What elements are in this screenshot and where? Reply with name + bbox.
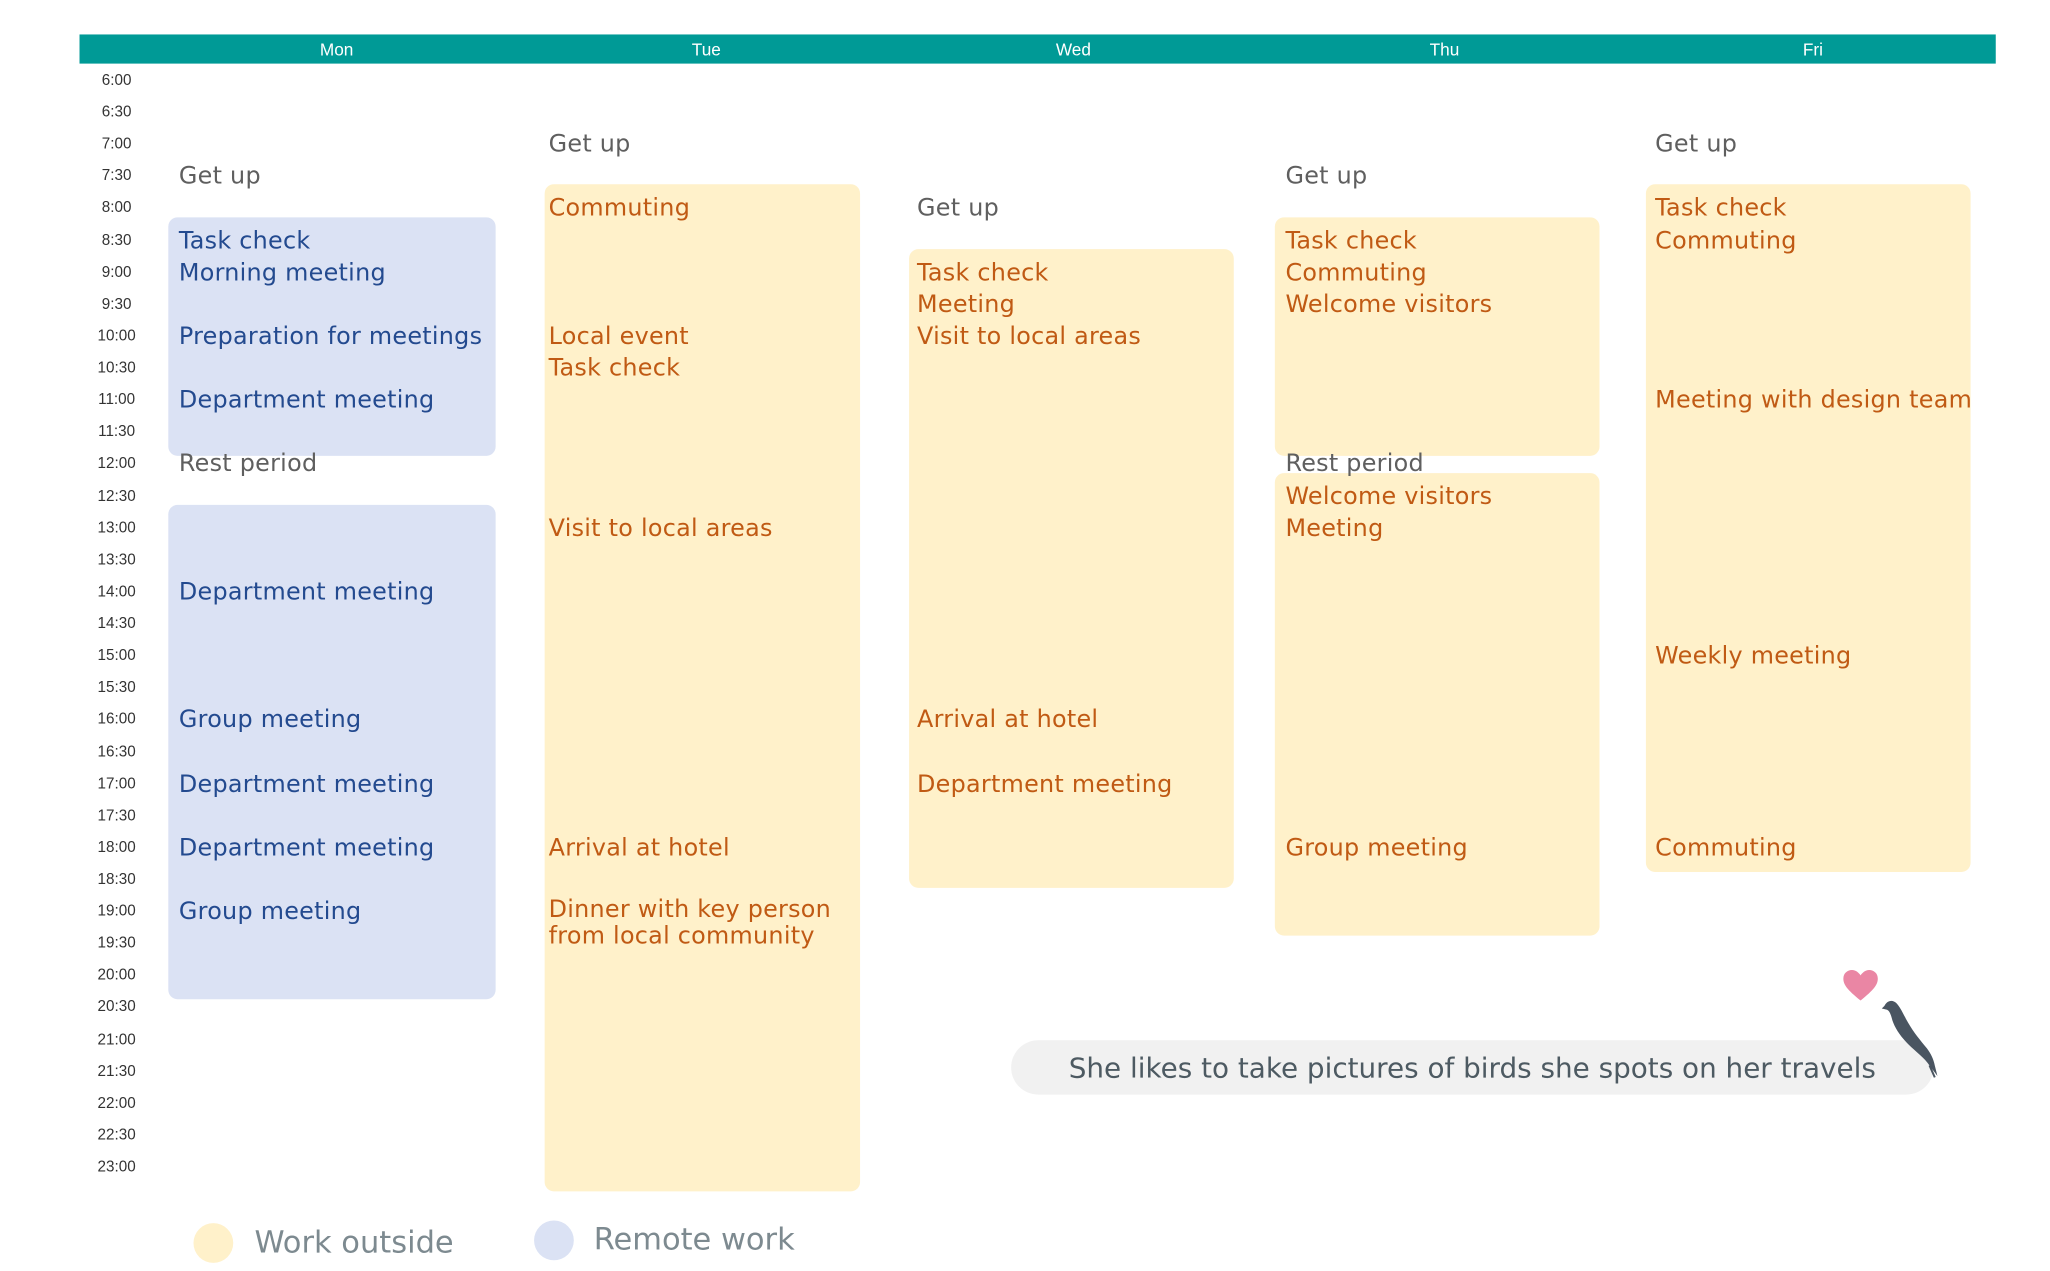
event-mon[interactable]: Department meeting bbox=[179, 578, 435, 606]
event-tue[interactable]: Local event bbox=[549, 323, 689, 351]
remote-work-swatch bbox=[534, 1220, 574, 1261]
event-mon[interactable]: Morning meeting bbox=[179, 259, 386, 287]
event-mon[interactable]: Get up bbox=[179, 163, 261, 191]
time-label: 12:00 bbox=[97, 456, 136, 473]
day-header-wed: Wed bbox=[1055, 39, 1091, 60]
event-mon[interactable]: Group meeting bbox=[179, 706, 361, 734]
time-label: 20:00 bbox=[97, 967, 136, 984]
event-thu[interactable]: Get up bbox=[1285, 163, 1367, 191]
event-mon[interactable]: Rest period bbox=[179, 450, 317, 478]
event-mon[interactable]: Department meeting bbox=[179, 834, 435, 862]
time-label: 7:30 bbox=[101, 168, 132, 185]
event-thu[interactable]: Welcome visitors bbox=[1285, 291, 1492, 319]
time-label: 11:00 bbox=[98, 392, 136, 409]
time-label: 18:30 bbox=[97, 871, 136, 888]
time-label: 20:30 bbox=[97, 999, 136, 1016]
time-label: 22:00 bbox=[97, 1095, 136, 1112]
time-label: 16:30 bbox=[97, 744, 136, 761]
time-label: 10:30 bbox=[97, 360, 136, 377]
note-text: She likes to take pictures of birds she … bbox=[1068, 1052, 1876, 1085]
event-tue[interactable]: Visit to local areas bbox=[549, 514, 773, 542]
time-label: 23:00 bbox=[97, 1159, 136, 1176]
event-wed[interactable]: Task check bbox=[917, 259, 1049, 287]
time-label: 13:30 bbox=[97, 552, 136, 569]
event-wed[interactable]: Get up bbox=[917, 195, 999, 223]
time-label: 11:30 bbox=[98, 424, 136, 441]
schedule-page: Mon Tue Wed Thu Fri 6:00 6:30 7:00 7:30 8:00 8:30… bbox=[0, 0, 2050, 1271]
time-label: 14:00 bbox=[97, 584, 136, 601]
event-thu[interactable]: Task check bbox=[1285, 227, 1417, 255]
time-label: 6:00 bbox=[101, 72, 132, 89]
time-label: 13:00 bbox=[97, 520, 136, 537]
event-tue[interactable]: Dinner with key person from local commun… bbox=[549, 897, 834, 950]
event-mon[interactable]: Department meeting bbox=[179, 770, 435, 798]
time-label: 10:00 bbox=[97, 328, 136, 345]
heart-icon bbox=[1843, 970, 1878, 1001]
time-label: 21:30 bbox=[97, 1063, 136, 1080]
event-tue[interactable]: Get up bbox=[549, 131, 631, 159]
time-label: 14:30 bbox=[97, 616, 136, 633]
time-label: 8:30 bbox=[101, 232, 132, 249]
day-header-bar: Mon Tue Wed Thu Fri bbox=[79, 34, 1996, 64]
event-thu[interactable]: Commuting bbox=[1285, 259, 1426, 287]
event-wed[interactable]: Department meeting bbox=[917, 770, 1173, 798]
event-thu[interactable]: Meeting bbox=[1285, 514, 1383, 542]
event-mon[interactable]: Preparation for meetings bbox=[179, 323, 482, 351]
legend-label-work-outside: Work outside bbox=[254, 1225, 454, 1261]
time-label: 19:30 bbox=[97, 935, 136, 952]
event-fri[interactable]: Get up bbox=[1655, 131, 1737, 159]
time-label: 17:30 bbox=[97, 808, 136, 824]
bird-icon bbox=[1881, 1000, 1938, 1078]
time-label: 12:30 bbox=[97, 488, 136, 505]
note-banner: She likes to take pictures of birds she … bbox=[1011, 1040, 1934, 1095]
event-fri[interactable]: Meeting with design team bbox=[1655, 387, 1972, 415]
event-fri[interactable]: Task check bbox=[1655, 195, 1787, 223]
event-thu[interactable]: Group meeting bbox=[1285, 834, 1467, 862]
time-label: 6:30 bbox=[101, 104, 132, 121]
event-wed[interactable]: Arrival at hotel bbox=[917, 706, 1098, 734]
time-label: 18:00 bbox=[97, 840, 136, 856]
event-mon[interactable]: Task check bbox=[179, 227, 311, 255]
event-wed[interactable]: Visit to local areas bbox=[917, 323, 1141, 351]
time-label: 9:00 bbox=[101, 264, 132, 281]
event-tue[interactable]: Commuting bbox=[549, 195, 690, 223]
time-label: 22:30 bbox=[97, 1127, 136, 1144]
event-fri[interactable]: Weekly meeting bbox=[1655, 642, 1851, 670]
event-wed[interactable]: Meeting bbox=[917, 291, 1015, 319]
time-label: 15:30 bbox=[97, 680, 136, 697]
event-tue[interactable]: Arrival at hotel bbox=[549, 834, 730, 862]
time-label: 21:00 bbox=[97, 1031, 136, 1048]
day-header-tue: Tue bbox=[691, 39, 721, 60]
time-label: 15:00 bbox=[97, 648, 136, 665]
time-label: 7:00 bbox=[101, 136, 132, 153]
time-label: 16:00 bbox=[97, 712, 136, 729]
work-outside-swatch bbox=[193, 1223, 234, 1263]
work-outside-block-fri bbox=[1645, 184, 1971, 872]
day-header-mon: Mon bbox=[319, 39, 354, 60]
event-fri[interactable]: Commuting bbox=[1655, 227, 1796, 255]
day-header-thu: Thu bbox=[1429, 39, 1460, 60]
time-label: 17:00 bbox=[97, 776, 136, 792]
event-mon[interactable]: Department meeting bbox=[179, 387, 435, 415]
time-label: 9:30 bbox=[101, 296, 132, 313]
day-header-fri: Fri bbox=[1802, 39, 1823, 60]
event-thu[interactable]: Rest period bbox=[1285, 450, 1423, 478]
time-label: 8:00 bbox=[101, 200, 132, 217]
event-fri[interactable]: Commuting bbox=[1655, 834, 1796, 862]
event-thu[interactable]: Welcome visitors bbox=[1285, 482, 1492, 510]
event-mon[interactable]: Group meeting bbox=[179, 898, 361, 926]
legend-label-remote-work: Remote work bbox=[593, 1223, 795, 1258]
event-tue[interactable]: Task check bbox=[549, 355, 681, 383]
time-label: 19:00 bbox=[97, 903, 136, 920]
